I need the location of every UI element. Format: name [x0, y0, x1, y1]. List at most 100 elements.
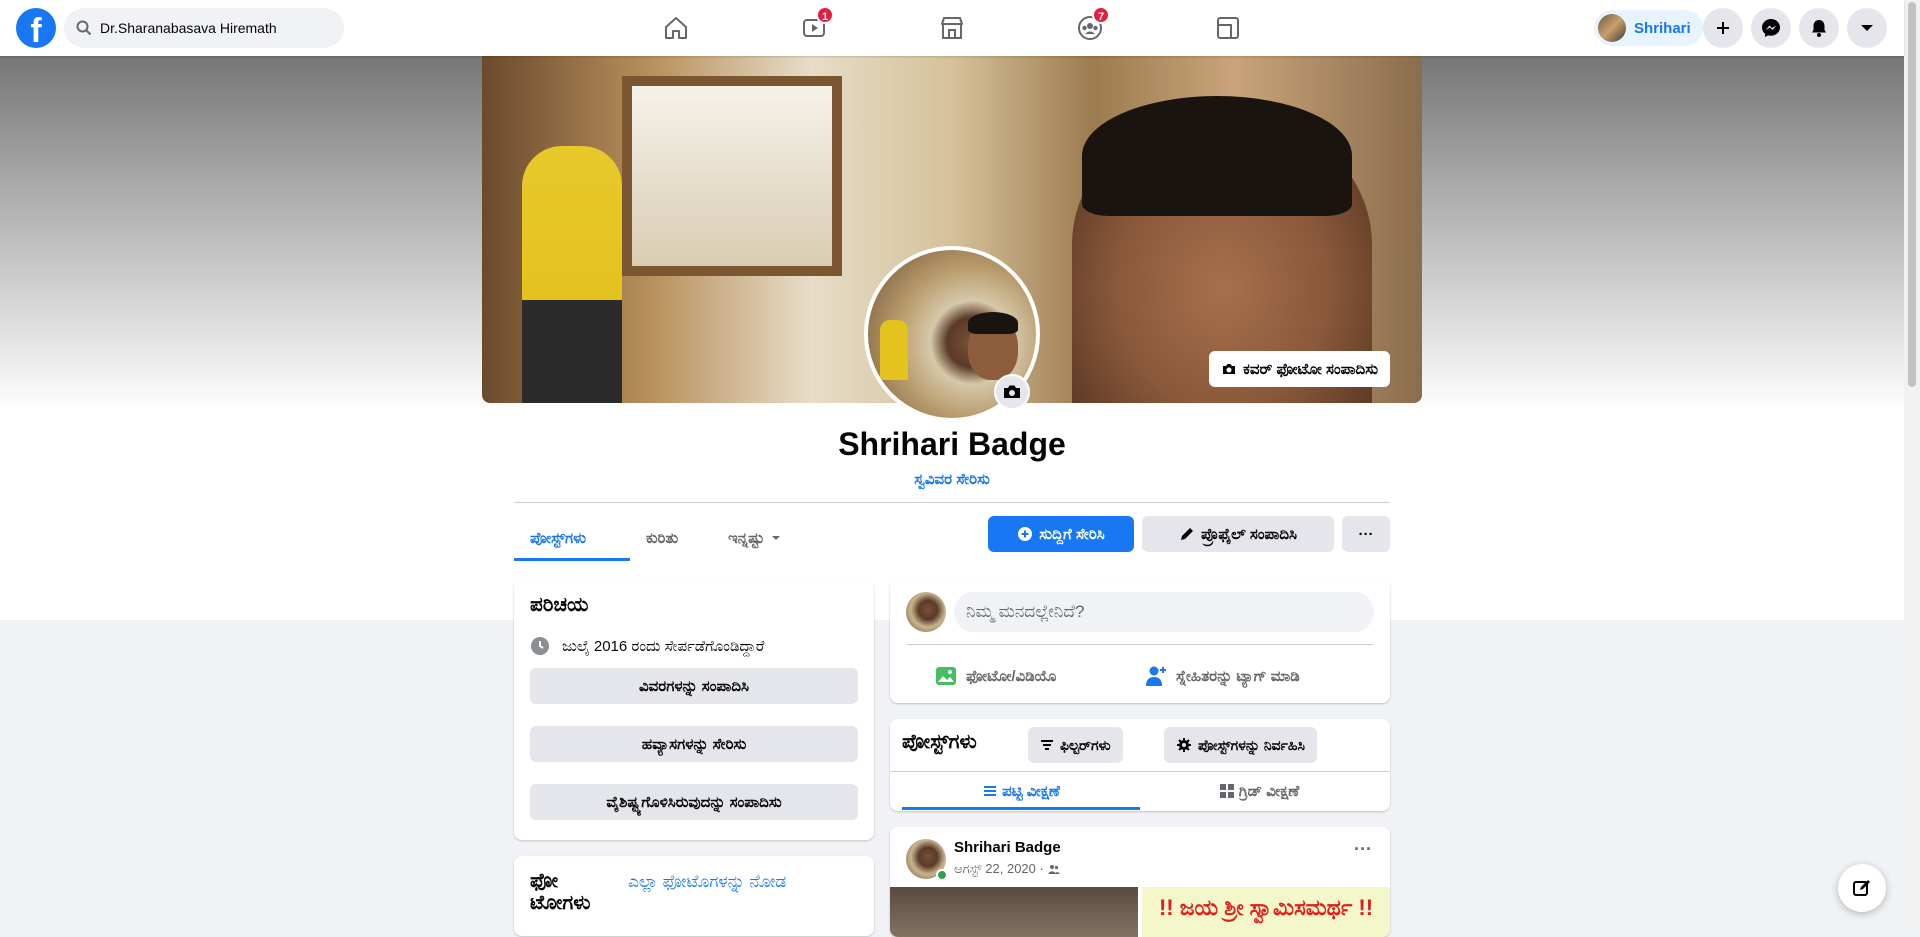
tab-more-label: ಇನ್ನಷ್ಟು: [728, 529, 765, 547]
clock-icon: [531, 637, 549, 655]
profile-picture-detail: [880, 320, 908, 380]
profile-picture-hair: [968, 312, 1018, 334]
camera-icon: [1004, 385, 1020, 398]
post-image-right[interactable]: !! ಜಯ ಶ್ರೀ ಸ್ವಾಮಿಸಮರ್ಥ !!: [1142, 887, 1390, 937]
joined-text: ಜುಲೈ 2016 ರಂದು ಸೇರ್ಪಡೆಗೊಂಡಿದ್ದಾರೆ: [562, 637, 765, 655]
facebook-logo[interactable]: f: [16, 8, 56, 48]
manage-posts-label: ಪೋಸ್ಟ್‌ಗಳನ್ನು ನಿರ್ವಹಿಸಿ: [1198, 736, 1305, 753]
avatar[interactable]: [906, 592, 946, 632]
divider: [514, 502, 1390, 503]
top-navigation-bar: f 1 7 Shrihari: [0, 0, 1904, 56]
chevron-down-icon: [1861, 25, 1873, 31]
compose-icon: [1853, 880, 1870, 896]
add-to-story-label: ಸುದ್ದಿಗೆ ಸೇರಿಸಿ: [1039, 525, 1105, 543]
chevron-down-icon: [772, 536, 781, 540]
home-nav-button[interactable]: [654, 6, 698, 50]
groups-badge: 7: [1092, 6, 1110, 24]
grid-view-tab[interactable]: ಗ್ರಿಡ್ ವೀಕ್ಷಣೆ: [1140, 773, 1378, 809]
more-options-label: ···: [1358, 525, 1374, 543]
photos-card: ಫೋ ಟೋಗಳು ಎಲ್ಲಾ ಫೋಟೊಗಳನ್ನು ನೋಡ: [514, 856, 874, 936]
post-options-button[interactable]: ···: [1354, 839, 1372, 860]
post-author[interactable]: Shrihari Badge: [954, 839, 1061, 856]
cover-photo-hair: [1082, 96, 1352, 216]
edit-featured-button[interactable]: ವೈಶಿಷ್ಟ್ಯಗೊಳಿಸಿರುವುದನ್ನು ಸಂಪಾದಿಸು: [530, 784, 858, 820]
post-meta: ಆಗಸ್ಟ್ 22, 2020 ·: [954, 861, 1060, 877]
home-icon: [665, 17, 687, 39]
tag-friends-icon: [1146, 666, 1166, 686]
messenger-button[interactable]: [1751, 8, 1791, 48]
edit-cover-photo-label: ಕವರ್ ಫೋಟೋ ಸಂಪಾದಿಸು: [1243, 360, 1378, 378]
photo-icon: [936, 667, 956, 685]
joined-info: ಜುಲೈ 2016 ರಂದು ಸೇರ್ಪಡೆಗೊಂಡಿದ್ದಾರೆ: [530, 636, 764, 656]
tag-friends-label: ಸ್ನೇಹಿತರನ್ನು ಟ್ಯಾಗ್ ಮಾಡಿ: [1176, 667, 1300, 685]
avatar: [1598, 14, 1626, 42]
store-icon: [941, 17, 963, 39]
camera-icon: [1223, 364, 1236, 374]
profile-shortcut[interactable]: Shrihari: [1594, 10, 1703, 46]
search-box[interactable]: [64, 8, 344, 48]
edit-cover-photo-button[interactable]: ಕವರ್ ಫೋಟೋ ಸಂಪಾದಿಸು: [1209, 351, 1390, 387]
profile-shortcut-name: Shrihari: [1634, 19, 1691, 37]
see-all-photos-link[interactable]: ಎಲ್ಲಾ ಫೋಟೊಗಳನ್ನು ನೋಡ: [628, 872, 786, 892]
marketplace-nav-button[interactable]: [930, 6, 974, 50]
update-profile-picture-button[interactable]: [994, 374, 1030, 410]
bell-icon: [1812, 20, 1826, 37]
scrollbar-thumb[interactable]: [1908, 2, 1916, 387]
post-card: Shrihari Badge ಆಗಸ್ಟ್ 22, 2020 · ··· !! …: [890, 827, 1390, 937]
more-options-button[interactable]: ···: [1342, 516, 1390, 552]
messenger-icon: [1762, 19, 1780, 37]
watch-nav-button[interactable]: 1: [792, 6, 836, 50]
groups-nav-button[interactable]: 7: [1068, 6, 1112, 50]
add-bio-link[interactable]: ಸ್ವವಿವರ ಸೇರಿಸು: [0, 471, 1904, 488]
tab-posts[interactable]: ಪೋಸ್ಟ್‌ಗಳು: [530, 518, 586, 558]
add-hobbies-button[interactable]: ಹವ್ಯಾಸಗಳನ್ನು ಸೇರಿಸು: [530, 726, 858, 762]
search-input[interactable]: [100, 20, 320, 36]
post-image-left[interactable]: [890, 887, 1138, 937]
gaming-nav-button[interactable]: [1206, 6, 1250, 50]
profile-header: ಕವರ್ ಫೋಟೋ ಸಂಪಾದಿಸು Shrihari Badge ಸ್ವವಿವ…: [0, 56, 1904, 620]
posts-title: ಪೋಸ್ಟ್‌ಗಳು: [902, 731, 977, 753]
pencil-icon: [1180, 528, 1193, 540]
tab-posts-label: ಪೋಸ್ಟ್‌ಗಳು: [530, 529, 587, 547]
tab-about-label: ಕುರಿತು: [646, 529, 679, 547]
post-date[interactable]: ಆಗಸ್ಟ್ 22, 2020 ·: [954, 861, 1044, 877]
grid-view-label: ಗ್ರಿಡ್ ವೀಕ್ಷಣೆ: [1238, 782, 1300, 800]
tab-more[interactable]: ಇನ್ನಷ್ಟು: [728, 518, 782, 558]
posts-header-card: ಪೋಸ್ಟ್‌ಗಳು ಫಿಲ್ಟರ್‌ಗಳು ಪೋಸ್ಟ್‌ಗಳನ್ನು ನಿರ…: [890, 719, 1390, 811]
plus-circle-icon: [1018, 527, 1033, 541]
edit-details-button[interactable]: ವಿವರಗಳನ್ನು ಸಂಪಾದಿಸಿ: [530, 668, 858, 704]
watch-badge: 1: [816, 6, 834, 24]
manage-posts-button[interactable]: ಪೋಸ್ಟ್‌ಗಳನ್ನು ನಿರ್ವಹಿಸಿ: [1164, 727, 1317, 763]
create-button[interactable]: [1703, 8, 1743, 48]
notifications-button[interactable]: [1799, 8, 1839, 48]
edit-profile-button[interactable]: ಪ್ರೊಫೈಲ್ ಸಂಪಾದಿಸಿ: [1142, 516, 1334, 552]
tag-friends-button[interactable]: ಸ್ನೇಹಿತರನ್ನು ಟ್ಯಾಗ್ ಮಾಡಿ: [1144, 656, 1300, 696]
photo-video-label: ಫೋಟೋ/ವಿಡಿಯೊ: [966, 667, 1057, 685]
new-message-button[interactable]: [1838, 864, 1886, 912]
composer-placeholder: ನಿಮ್ಮ ಮನದಲ್ಲೇನಿದೆ?: [966, 602, 1085, 621]
edit-featured-label: ವೈಶಿಷ್ಟ್ಯಗೊಳಿಸಿರುವುದನ್ನು ಸಂಪಾದಿಸು: [606, 793, 782, 811]
account-menu-button[interactable]: [1847, 8, 1887, 48]
grid-icon: [1219, 784, 1234, 798]
divider: [890, 771, 1390, 772]
tab-about[interactable]: ಕುರಿತು: [646, 518, 678, 558]
friends-privacy-icon: [1048, 865, 1060, 874]
filters-button[interactable]: ಫಿಲ್ಟರ್‌ಗಳು: [1028, 727, 1123, 763]
photos-title: ಫೋ ಟೋಗಳು: [530, 870, 591, 914]
whats-on-your-mind-input[interactable]: ನಿಮ್ಮ ಮನದಲ್ಲೇನಿದೆ?: [954, 592, 1374, 632]
list-view-tab[interactable]: ಪಟ್ಟಿ ವೀಕ್ಷಣೆ: [902, 773, 1140, 809]
photo-video-button[interactable]: ಫೋಟೋ/ವಿಡಿಯೊ: [934, 656, 1056, 696]
list-view-label: ಪಟ್ಟಿ ವೀಕ್ಷಣೆ: [1002, 782, 1060, 800]
active-tab-indicator: [514, 558, 630, 561]
edit-details-label: ವಿವರಗಳನ್ನು ಸಂಪಾದಿಸಿ: [639, 677, 749, 695]
active-view-indicator: [902, 807, 1140, 810]
intro-title: ಪರಿಚಯ: [530, 594, 589, 616]
divider: [906, 644, 1374, 645]
add-to-story-button[interactable]: ಸುದ್ದಿಗೆ ಸೇರಿಸಿ: [988, 516, 1134, 552]
plus-icon: [1717, 22, 1729, 34]
gear-icon: [1177, 738, 1191, 752]
filters-label: ಫಿಲ್ಟರ್‌ಗಳು: [1060, 736, 1111, 753]
profile-name: Shrihari Badge: [838, 426, 1066, 462]
gaming-icon: [1217, 17, 1239, 39]
page-scrollbar[interactable]: [1904, 0, 1920, 925]
